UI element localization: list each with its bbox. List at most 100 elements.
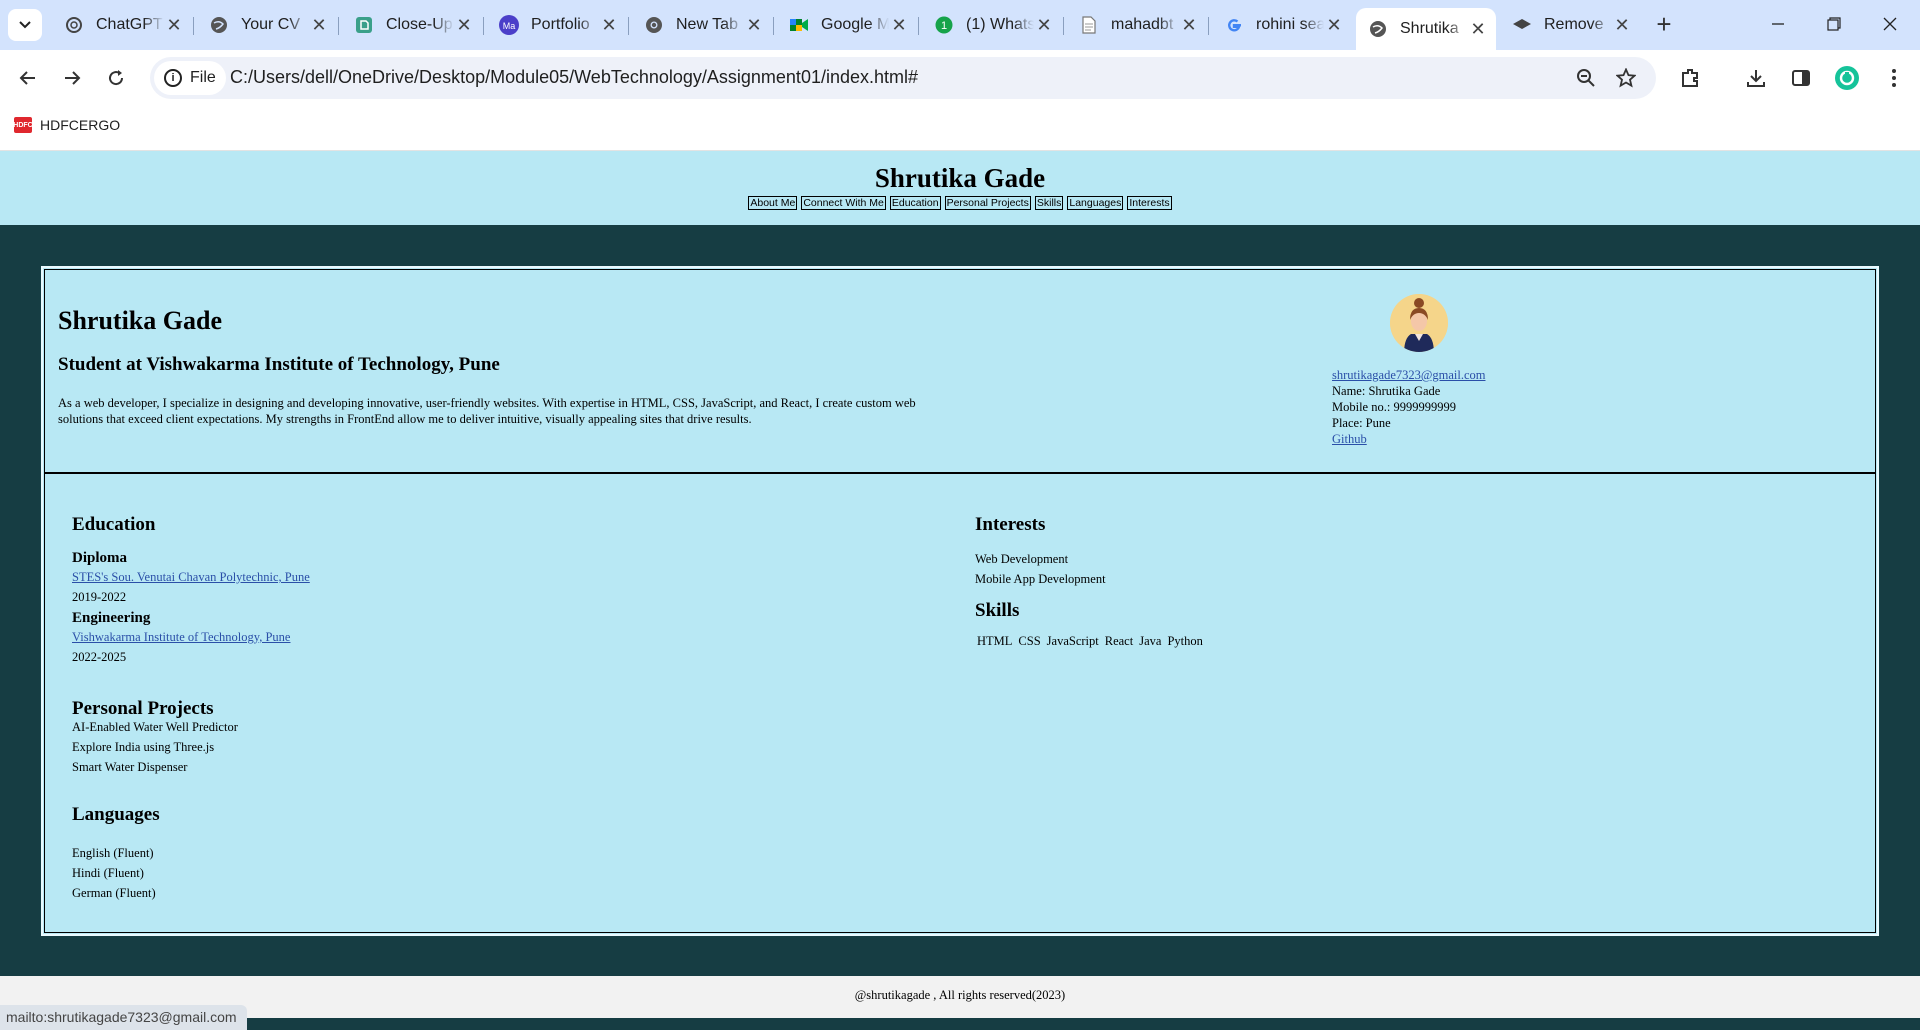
avatar — [1390, 294, 1448, 352]
close-icon[interactable]: ✕ — [164, 15, 184, 35]
tab-separator — [773, 17, 774, 35]
project-item: Explore India using Three.js — [72, 740, 215, 754]
tab-separator — [918, 17, 919, 35]
close-icon[interactable]: ✕ — [889, 15, 909, 35]
window-close-icon[interactable] — [1862, 0, 1918, 48]
skills-heading: Skills — [975, 600, 1020, 621]
globe-icon — [209, 15, 229, 35]
side-panel-icon[interactable] — [1783, 60, 1819, 96]
tab-your-cv[interactable]: Your CV ✕ — [197, 8, 337, 42]
site-header: Shrutika Gade About Me Connect With Me E… — [0, 151, 1920, 225]
close-icon[interactable]: ✕ — [744, 15, 764, 35]
meet-icon — [789, 15, 809, 35]
nav-interests[interactable]: Interests — [1127, 196, 1172, 210]
close-icon[interactable]: ✕ — [1324, 15, 1344, 35]
skills-list: HTML CSS JavaScript React Java Python — [977, 634, 1203, 649]
project-item: AI-Enabled Water Well Predictor — [72, 720, 238, 734]
tab-shrutika-active[interactable]: Shrutika ✕ — [1356, 8, 1496, 50]
tab-google-meet[interactable]: Google Meet ✕ — [777, 8, 917, 42]
nav-skills[interactable]: Skills — [1034, 196, 1064, 210]
close-icon[interactable]: ✕ — [599, 15, 619, 35]
tab-separator — [338, 17, 339, 35]
star-icon[interactable] — [1611, 63, 1641, 93]
url-text[interactable]: C:/Users/dell/OneDrive/Desktop/Module05/… — [230, 67, 918, 88]
education-years: 2022-2025 — [72, 650, 127, 664]
chatgpt-icon — [64, 15, 84, 35]
skill-item: Python — [1167, 634, 1203, 648]
address-bar[interactable]: i File C:/Users/dell/OneDrive/Desktop/Mo… — [150, 57, 1656, 99]
tab-separator — [193, 17, 194, 35]
new-tab-button[interactable]: + — [1650, 9, 1678, 39]
tab-title: Your CV — [241, 16, 300, 33]
close-icon[interactable]: ✕ — [454, 15, 474, 35]
skill-item: React — [1104, 634, 1134, 648]
about-headline: Student at Vishwakarma Institute of Tech… — [58, 354, 500, 375]
interests-heading: Interests — [975, 514, 1046, 535]
education-degree: Diploma — [72, 550, 128, 566]
doc-icon — [354, 15, 374, 35]
site-info-chip[interactable]: i File — [154, 61, 226, 95]
tab-chatgpt[interactable]: ChatGPT ✕ — [52, 8, 192, 42]
nav-languages[interactable]: Languages — [1067, 196, 1124, 210]
tab-title: (1) WhatsApp — [966, 16, 1034, 33]
close-icon[interactable]: ✕ — [1179, 15, 1199, 35]
nav-education[interactable]: Education — [889, 196, 941, 210]
extensions-icon[interactable] — [1672, 60, 1708, 96]
site-nav: About Me Connect With Me Education Perso… — [0, 196, 1920, 210]
tab-remove[interactable]: Remove ✕ — [1500, 8, 1640, 42]
close-icon[interactable]: ✕ — [309, 15, 329, 35]
footer-text: @shrutikagade , All rights reserved(2023… — [854, 988, 1066, 1002]
tab-whatsapp[interactable]: 1 (1) WhatsApp ✕ — [922, 8, 1062, 42]
close-icon[interactable]: ✕ — [1468, 19, 1488, 39]
tab-new-tab[interactable]: New Tab ✕ — [632, 8, 772, 42]
email-link[interactable]: shrutikagade7323@gmail.com — [1332, 368, 1486, 382]
site-footer: @shrutikagade , All rights reserved(2023… — [0, 976, 1920, 1018]
forward-icon[interactable] — [54, 60, 90, 96]
nav-about-me[interactable]: About Me — [748, 196, 798, 210]
tab-separator — [1208, 17, 1209, 35]
tab-search-button[interactable] — [8, 9, 42, 41]
minimize-icon[interactable] — [1750, 0, 1806, 48]
tab-portfolio[interactable]: Ma Portfolio ✕ — [487, 8, 627, 42]
nav-connect[interactable]: Connect With Me — [801, 196, 886, 210]
education-institute-link[interactable]: STES's Sou. Venutai Chavan Polytechnic, … — [72, 570, 310, 584]
skill-item: JavaScript — [1046, 634, 1099, 648]
google-icon — [1224, 15, 1244, 35]
education-heading: Education — [72, 514, 156, 535]
language-item: English (Fluent) — [72, 846, 154, 860]
resume-card: Shrutika Gade Student at Vishwakarma Ins… — [41, 266, 1879, 936]
tab-separator — [1063, 17, 1064, 35]
about-bio: As a web developer, I specialize in desi… — [58, 396, 916, 426]
layers-icon — [1512, 15, 1532, 35]
tab-title: Shrutika — [1400, 20, 1459, 37]
about-name: Shrutika Gade — [58, 306, 222, 335]
site-title: Shrutika Gade — [874, 163, 1046, 193]
more-menu-icon[interactable] — [1876, 60, 1912, 96]
close-icon[interactable]: ✕ — [1034, 15, 1054, 35]
projects-heading: Personal Projects — [72, 698, 214, 719]
skill-item: CSS — [1018, 634, 1041, 648]
education-institute-link[interactable]: Vishwakarma Institute of Technology, Pun… — [72, 630, 290, 644]
github-link[interactable]: Github — [1332, 432, 1367, 446]
bookmarks-bar: HDFC HDFCERGO — [0, 107, 1920, 151]
interest-item: Mobile App Development — [975, 572, 1106, 586]
reload-icon[interactable] — [98, 60, 134, 96]
profile-icon[interactable] — [1829, 60, 1865, 96]
bookmark-label: HDFCERGO — [40, 117, 121, 133]
tab-close-up[interactable]: Close-Up ✕ — [342, 8, 482, 42]
language-item: German (Fluent) — [72, 886, 156, 900]
nav-personal-projects[interactable]: Personal Projects — [944, 196, 1031, 210]
restore-icon[interactable] — [1806, 0, 1862, 48]
chrome-icon — [644, 15, 664, 35]
download-icon[interactable] — [1738, 60, 1774, 96]
close-icon[interactable]: ✕ — [1612, 15, 1632, 35]
tab-strip: ChatGPT ✕ Your CV ✕ Close-Up ✕ Ma Portfo… — [0, 0, 1920, 50]
contact-mobile: Mobile no.: 9999999999 — [1332, 400, 1456, 414]
tab-mahadbt[interactable]: mahadbt ✕ — [1067, 8, 1207, 42]
back-icon[interactable] — [10, 60, 46, 96]
hdfc-icon: HDFC — [13, 117, 33, 133]
tab-rohini-search[interactable]: rohini search ✕ — [1212, 8, 1352, 42]
whatsapp-icon: 1 — [934, 15, 954, 35]
bookmark-hdfcergo[interactable]: HDFC HDFCERGO — [13, 117, 121, 133]
zoom-icon[interactable] — [1571, 63, 1601, 93]
